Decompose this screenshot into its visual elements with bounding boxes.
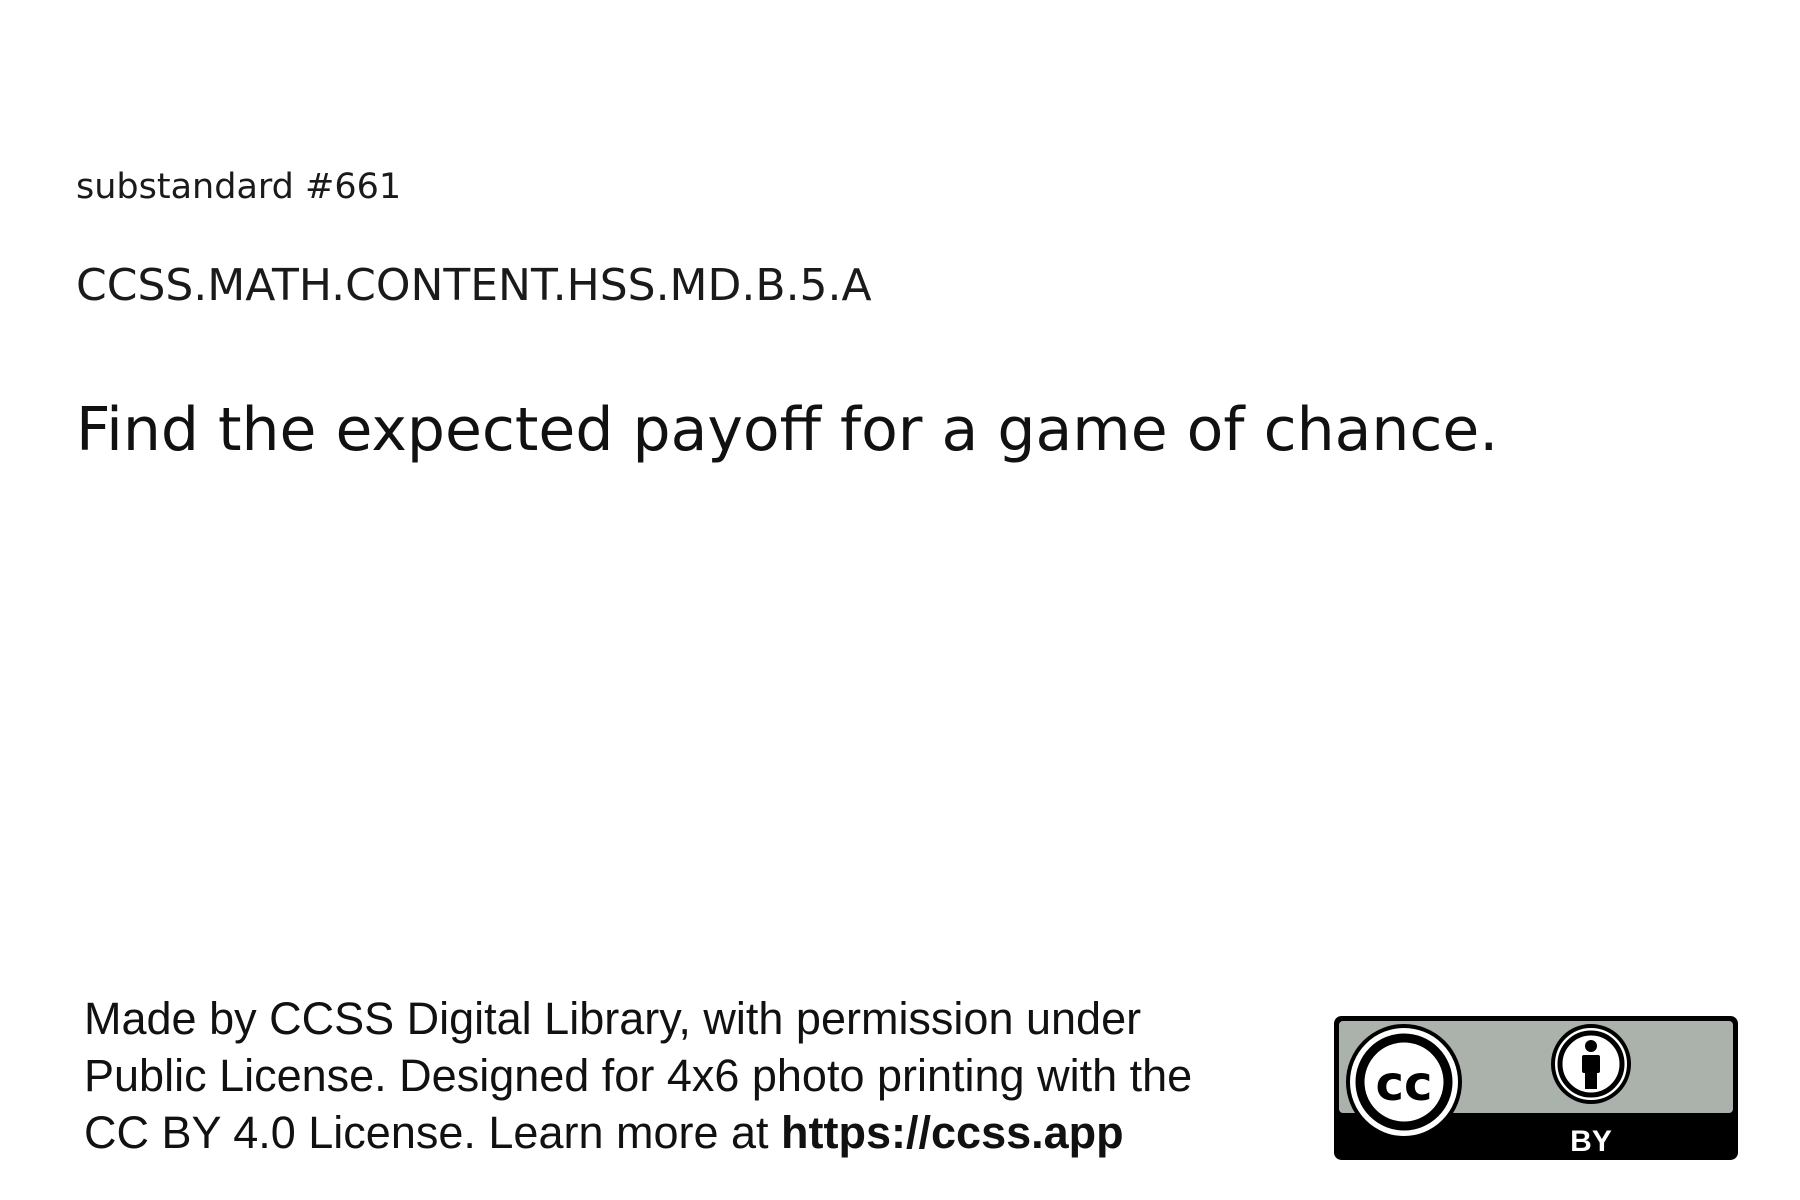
attribution-line-2: Public License. Designed for 4x6 photo p…	[84, 1050, 1193, 1101]
cc-by-license-badge: cc BY	[1334, 1016, 1738, 1160]
attribution-line-3: CC BY 4.0 License. Learn more at https:/…	[84, 1104, 1304, 1161]
substandard-label: substandard #661	[76, 167, 402, 207]
page-title: Find the expected payoff for a game of c…	[76, 395, 1499, 465]
attribution-person-icon	[1551, 1024, 1631, 1104]
standard-code: CCSS.MATH.CONTENT.HSS.MD.B.5.A	[76, 260, 872, 311]
attribution-line-3-prefix: CC BY 4.0 License. Learn more at	[84, 1107, 782, 1158]
by-label: BY	[1570, 1125, 1612, 1158]
ccss-app-link[interactable]: https://ccss.app	[781, 1107, 1124, 1158]
cc-icon: cc	[1346, 1024, 1462, 1140]
attribution-line-1: Made by CCSS Digital Library, with permi…	[84, 993, 1142, 1044]
cc-logo-text: cc	[1376, 1056, 1433, 1112]
attribution-text: Made by CCSS Digital Library, with permi…	[84, 990, 1304, 1161]
